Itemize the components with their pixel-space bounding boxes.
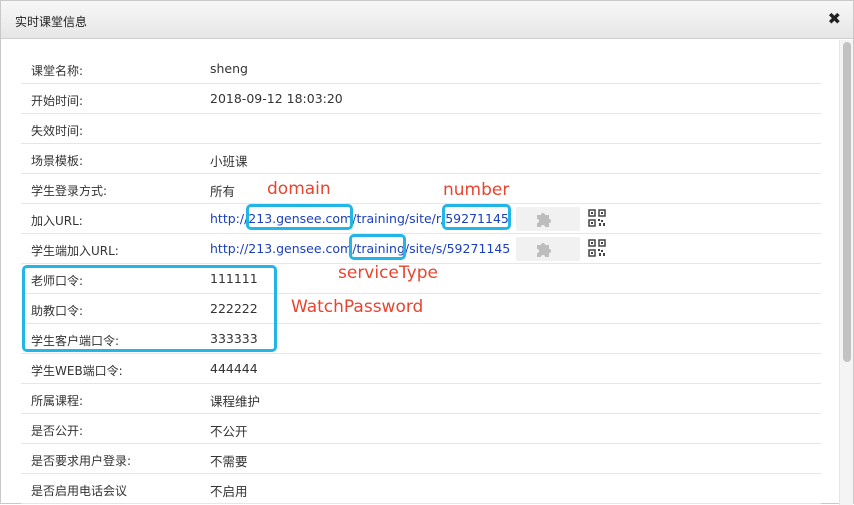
row-label: 学生WEB端口令: bbox=[31, 364, 123, 378]
row-label: 是否启用电话会议 bbox=[31, 484, 128, 498]
qr-code-icon[interactable] bbox=[588, 209, 606, 227]
row-course: 所属课程: 课程维护 bbox=[21, 384, 821, 414]
row-label: 是否公开: bbox=[31, 424, 84, 438]
url-tools bbox=[516, 237, 580, 261]
puzzle-piece-icon[interactable] bbox=[534, 209, 556, 229]
row-join-url: 加入URL: http://213.gensee.com/training/si… bbox=[21, 204, 821, 234]
row-phone-conference: 是否启用电话会议 不启用 bbox=[21, 474, 821, 504]
number-highlight-box bbox=[442, 204, 511, 230]
domain-highlight-box bbox=[246, 204, 353, 230]
scrollbar-thumb[interactable] bbox=[843, 42, 851, 362]
row-value: 不公开 bbox=[210, 424, 248, 439]
row-label: 场景模板: bbox=[31, 154, 84, 168]
service-type-highlight-box bbox=[349, 234, 406, 260]
row-label: 开始时间: bbox=[31, 94, 84, 108]
row-value: 所有 bbox=[210, 184, 236, 199]
dialog-title: 实时课堂信息 bbox=[15, 15, 88, 29]
row-student-join-url: 学生端加入URL: http://213.gensee.com/training… bbox=[21, 234, 821, 264]
row-label: 学生端加入URL: bbox=[31, 244, 119, 258]
row-label: 课堂名称: bbox=[31, 64, 84, 78]
row-public: 是否公开: 不公开 bbox=[21, 414, 821, 444]
dialog-titlebar: 实时课堂信息 ✖ bbox=[1, 1, 853, 39]
row-value: 不启用 bbox=[210, 484, 248, 499]
scrollbar[interactable] bbox=[839, 40, 853, 505]
row-expire-time: 失效时间: bbox=[21, 114, 821, 144]
row-value: 2018-09-12 18:03:20 bbox=[210, 91, 343, 106]
class-info-dialog: 实时课堂信息 ✖ 课堂名称: sheng 开始时间: 2018-09-12 18… bbox=[0, 0, 854, 505]
row-value: 课程维护 bbox=[210, 394, 261, 409]
annotation-domain: domain bbox=[267, 179, 331, 199]
watch-password-highlight-box bbox=[22, 265, 277, 352]
puzzle-piece-icon[interactable] bbox=[534, 239, 556, 259]
row-value: 小班课 bbox=[210, 154, 248, 169]
row-require-login: 是否要求用户登录: 不需要 bbox=[21, 444, 821, 474]
annotation-service-type: serviceType bbox=[338, 263, 438, 283]
row-class-name: 课堂名称: sheng bbox=[21, 54, 821, 84]
row-value: sheng bbox=[210, 61, 248, 76]
row-start-time: 开始时间: 2018-09-12 18:03:20 bbox=[21, 84, 821, 114]
row-label: 失效时间: bbox=[31, 124, 84, 138]
row-value: 444444 bbox=[210, 361, 258, 376]
row-label: 所属课程: bbox=[31, 394, 84, 408]
url-tools bbox=[516, 207, 580, 231]
close-icon[interactable]: ✖ bbox=[828, 10, 841, 28]
row-scene-template: 场景模板: 小班课 bbox=[21, 144, 821, 174]
row-value: 不需要 bbox=[210, 454, 248, 469]
row-label: 是否要求用户登录: bbox=[31, 454, 132, 468]
annotation-number: number bbox=[443, 180, 510, 200]
qr-code-icon[interactable] bbox=[588, 239, 606, 257]
row-label: 学生登录方式: bbox=[31, 184, 108, 198]
row-label: 加入URL: bbox=[31, 214, 83, 228]
annotation-watch-password: WatchPassword bbox=[291, 297, 424, 317]
row-student-login: 学生登录方式: 所有 bbox=[21, 174, 821, 204]
row-student-web-password: 学生WEB端口令: 444444 bbox=[21, 354, 821, 384]
